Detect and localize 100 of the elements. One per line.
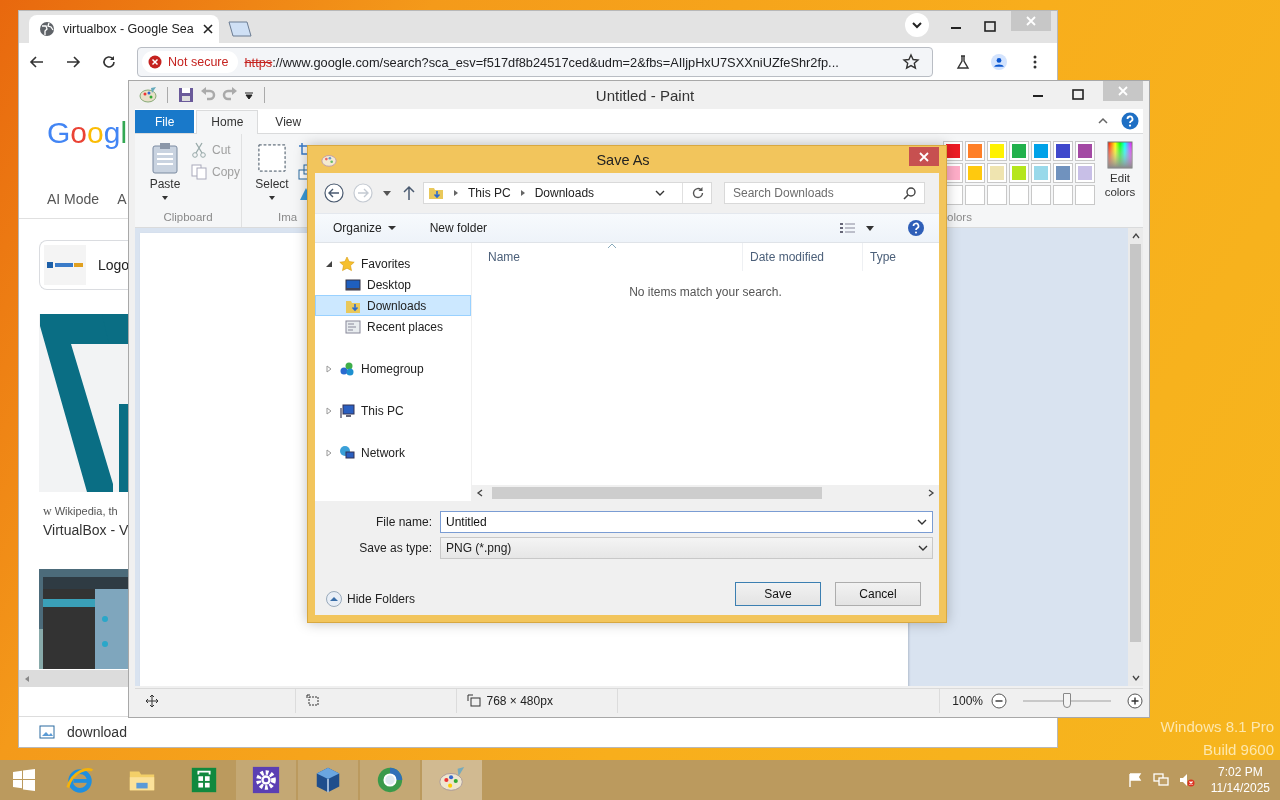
help-icon[interactable] (1121, 112, 1139, 130)
maximize-icon[interactable] (1070, 87, 1086, 103)
edit-colors-button[interactable]: Edit colors (1101, 141, 1139, 209)
breadcrumb-item[interactable]: Downloads (534, 186, 595, 200)
color-swatch[interactable] (1053, 141, 1073, 161)
address-bar[interactable]: This PC Downloads (423, 182, 712, 204)
navigation-item[interactable]: Network (315, 442, 471, 463)
color-swatch[interactable] (987, 141, 1007, 161)
color-swatch[interactable] (1075, 163, 1095, 183)
forward-icon[interactable] (65, 54, 81, 70)
empty-swatch[interactable] (1075, 185, 1095, 205)
network-icon[interactable] (1152, 772, 1169, 788)
file-name-field[interactable]: Untitled (440, 511, 933, 533)
select-button[interactable]: Select (250, 140, 294, 209)
chevron-down-icon[interactable] (917, 517, 927, 527)
new-folder-button[interactable]: New folder (429, 221, 488, 235)
zoom-in-icon[interactable] (1127, 693, 1143, 709)
address-bar[interactable]: Not secure https://www.google.com/search?sca_esv=f517df8b24517ced&udm=2&fbs=AIljpHxU7SXXniUZfeShr2fp... (137, 47, 933, 77)
empty-swatch[interactable] (965, 185, 985, 205)
save-button[interactable]: Save (735, 582, 821, 606)
redo-icon[interactable] (222, 87, 238, 103)
speaker-muted-icon[interactable] (1178, 772, 1195, 788)
flag-icon[interactable] (1126, 772, 1143, 788)
empty-swatch[interactable] (987, 185, 1007, 205)
recent-locations-caret-icon[interactable] (382, 188, 392, 198)
search-field[interactable]: Search Downloads (724, 182, 925, 204)
taskbar-app-button[interactable] (298, 760, 358, 800)
computer-icon (339, 402, 355, 419)
search-mode-tab[interactable]: AI Mode (47, 189, 100, 209)
empty-swatch[interactable] (1053, 185, 1073, 205)
color-swatch[interactable] (1009, 163, 1029, 183)
new-tab-button[interactable] (225, 21, 253, 37)
close-button[interactable] (909, 147, 939, 166)
navigation-item[interactable]: Downloads (315, 295, 471, 316)
flask-icon[interactable] (955, 54, 971, 70)
collapsed-arrow-icon[interactable] (325, 448, 333, 457)
color-swatch[interactable] (965, 141, 985, 161)
start-button[interactable] (12, 768, 36, 792)
collapsed-arrow-icon[interactable] (325, 406, 333, 415)
taskbar-app-button[interactable] (360, 760, 420, 800)
horizontal-scrollbar[interactable] (472, 485, 939, 501)
empty-swatch[interactable] (1009, 185, 1029, 205)
navigation-item[interactable]: Desktop (315, 274, 471, 295)
maximize-icon[interactable] (982, 19, 998, 35)
organize-menu[interactable]: Organize (333, 221, 396, 235)
file-type-dropdown[interactable]: PNG (*.png) (440, 537, 933, 559)
expanded-arrow-icon[interactable] (325, 259, 333, 268)
chevron-down-icon[interactable] (655, 188, 665, 198)
scroll-left-icon[interactable] (476, 489, 484, 497)
close-icon[interactable] (201, 23, 214, 35)
color-swatch[interactable] (1053, 163, 1073, 183)
empty-swatch[interactable] (1031, 185, 1051, 205)
vertical-scrollbar[interactable] (1128, 228, 1143, 686)
cancel-button[interactable]: Cancel (835, 582, 921, 606)
save-icon[interactable] (178, 87, 194, 103)
color-swatch[interactable] (1075, 141, 1095, 161)
column-header[interactable]: Date modified (743, 243, 863, 271)
zoom-out-icon[interactable] (991, 693, 1007, 709)
breadcrumb-item[interactable]: This PC (468, 186, 511, 200)
reload-icon[interactable] (101, 54, 117, 70)
ribbon-tab[interactable]: File (135, 110, 195, 133)
color-swatch[interactable] (1031, 163, 1051, 183)
back-icon[interactable] (29, 54, 45, 70)
back-icon[interactable] (324, 183, 344, 203)
navigation-item[interactable]: Homegroup (315, 358, 471, 379)
profile-icon[interactable] (991, 54, 1007, 70)
download-file-name[interactable]: download (67, 724, 127, 740)
color-swatch[interactable] (987, 163, 1007, 183)
collapsed-arrow-icon[interactable] (325, 364, 333, 373)
undo-icon[interactable] (200, 87, 216, 103)
scroll-right-icon[interactable] (927, 489, 935, 497)
horizontal-scrollbar[interactable] (19, 670, 129, 687)
navigation-item[interactable]: This PC (315, 400, 471, 421)
ribbon-tab[interactable]: Home (196, 110, 259, 134)
hide-folders-button[interactable]: Hide Folders (326, 591, 416, 607)
color-swatch[interactable] (1009, 141, 1029, 161)
tab-list-button[interactable] (905, 13, 929, 37)
paste-button[interactable]: Paste (143, 140, 187, 209)
search-mode-tab[interactable]: A (117, 189, 127, 209)
result-title[interactable]: VirtualBox - V (43, 521, 129, 539)
zoom-slider-thumb[interactable] (1063, 693, 1071, 708)
up-arrow-icon[interactable] (401, 185, 417, 201)
navigation-item[interactable]: Favorites (315, 253, 471, 274)
taskbar-app-button[interactable] (236, 760, 296, 800)
column-header[interactable]: Name (472, 243, 743, 271)
color-swatch[interactable] (965, 163, 985, 183)
star-icon[interactable] (902, 53, 920, 71)
scroll-down-icon[interactable] (1131, 674, 1140, 682)
view-options-icon[interactable] (839, 221, 857, 235)
ribbon-tab[interactable]: View (260, 110, 317, 133)
navigation-item[interactable]: Recent places (315, 316, 471, 337)
browser-tab[interactable]: virtualbox - Google Sea (29, 15, 219, 43)
scroll-up-icon[interactable] (1131, 232, 1140, 240)
dialog-title: Save As (595, 151, 651, 168)
column-header[interactable]: Type (863, 243, 939, 271)
security-chip[interactable]: Not secure (142, 51, 239, 73)
customize-caret-icon[interactable] (244, 90, 254, 100)
refresh-icon[interactable] (691, 186, 705, 200)
color-swatch[interactable] (1031, 141, 1051, 161)
help-icon[interactable] (907, 219, 925, 237)
